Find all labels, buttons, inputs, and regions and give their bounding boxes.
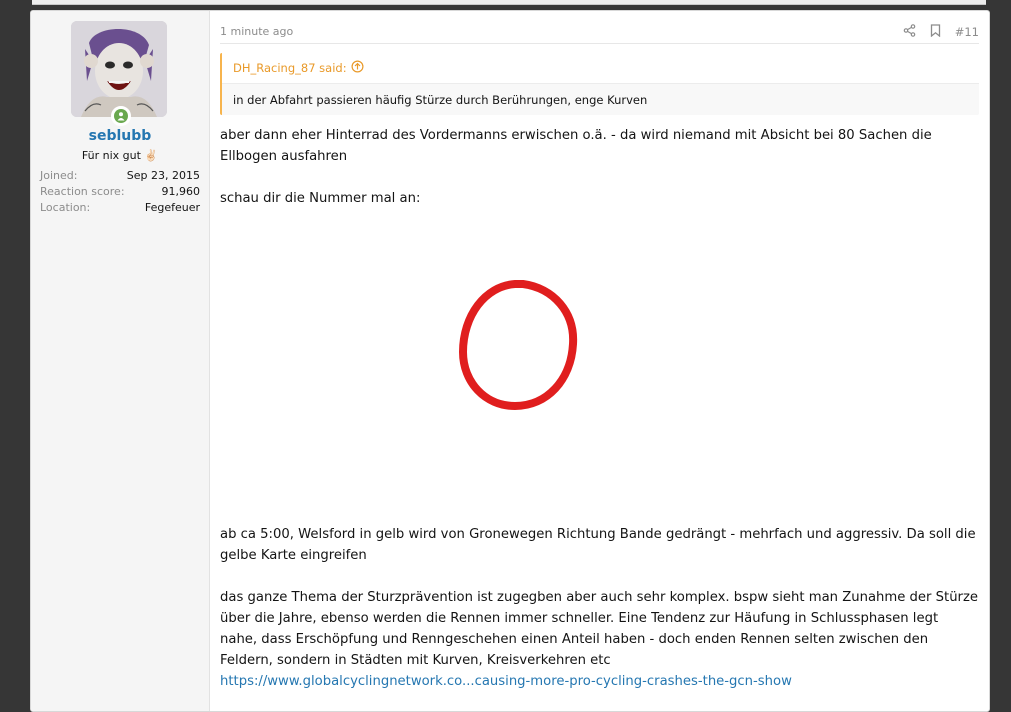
arrow-up-circle-icon[interactable] bbox=[351, 60, 364, 76]
user-stat-joined: Joined: Sep 23, 2015 bbox=[40, 169, 200, 185]
post-paragraph-3: ab ca 5:00, Welsford in gelb wird von Gr… bbox=[220, 527, 976, 563]
username[interactable]: seblubb bbox=[31, 128, 209, 144]
previous-post-bottom bbox=[32, 0, 986, 5]
red-circle-drawing bbox=[459, 280, 578, 410]
peace-hand-emoji: ✌🏻 bbox=[144, 149, 159, 162]
post-time[interactable]: 1 minute ago bbox=[220, 25, 293, 38]
stat-value: Sep 23, 2015 bbox=[126, 169, 200, 182]
user-cell: seblubb Für nix gut ✌🏻 Joined: Sep 23, 2… bbox=[31, 11, 210, 711]
user-stat-location: Location: Fegefeuer bbox=[40, 201, 200, 217]
share-icon[interactable] bbox=[903, 24, 916, 40]
quote-text: in der Abfahrt passieren häufig Stürze d… bbox=[233, 93, 648, 107]
quote-block: DH_Racing_87 said: in der Abfahrt passie… bbox=[220, 53, 979, 115]
stat-label: Joined: bbox=[40, 169, 78, 182]
user-stat-reaction-score: Reaction score: 91,960 bbox=[40, 185, 200, 201]
message-attribution: 1 minute ago #11 bbox=[220, 23, 979, 44]
external-link[interactable]: https://www.globalcyclingnetwork.co...ca… bbox=[220, 671, 979, 692]
stat-label: Location: bbox=[40, 201, 91, 214]
bookmark-icon[interactable] bbox=[930, 24, 941, 40]
stat-label: Reaction score: bbox=[40, 185, 125, 198]
message-cell: 1 minute ago #11 DH_Racing_87 said: in d… bbox=[210, 11, 989, 711]
online-person-icon bbox=[114, 109, 128, 123]
user-title-text: Für nix gut bbox=[81, 149, 141, 162]
post-actions: #11 bbox=[903, 23, 979, 41]
post-number-link[interactable]: #11 bbox=[955, 25, 979, 39]
quote-title[interactable]: DH_Racing_87 said: bbox=[222, 53, 979, 84]
post-paragraph-1: aber dann eher Hinterrad des Vordermanns… bbox=[220, 128, 932, 164]
post-paragraph-4: das ganze Thema der Sturzprävention ist … bbox=[220, 590, 979, 668]
user-title: Für nix gut ✌🏻 bbox=[31, 149, 209, 162]
stat-value: 91,960 bbox=[161, 185, 201, 198]
online-status-badge bbox=[111, 106, 131, 126]
stat-value: Fegefeuer bbox=[144, 201, 200, 214]
quote-author[interactable]: DH_Racing_87 said: bbox=[233, 61, 347, 75]
scrollbar[interactable] bbox=[1003, 0, 1011, 701]
post-paragraph-2: schau dir die Nummer mal an: bbox=[220, 191, 421, 206]
avatar[interactable] bbox=[71, 21, 167, 117]
